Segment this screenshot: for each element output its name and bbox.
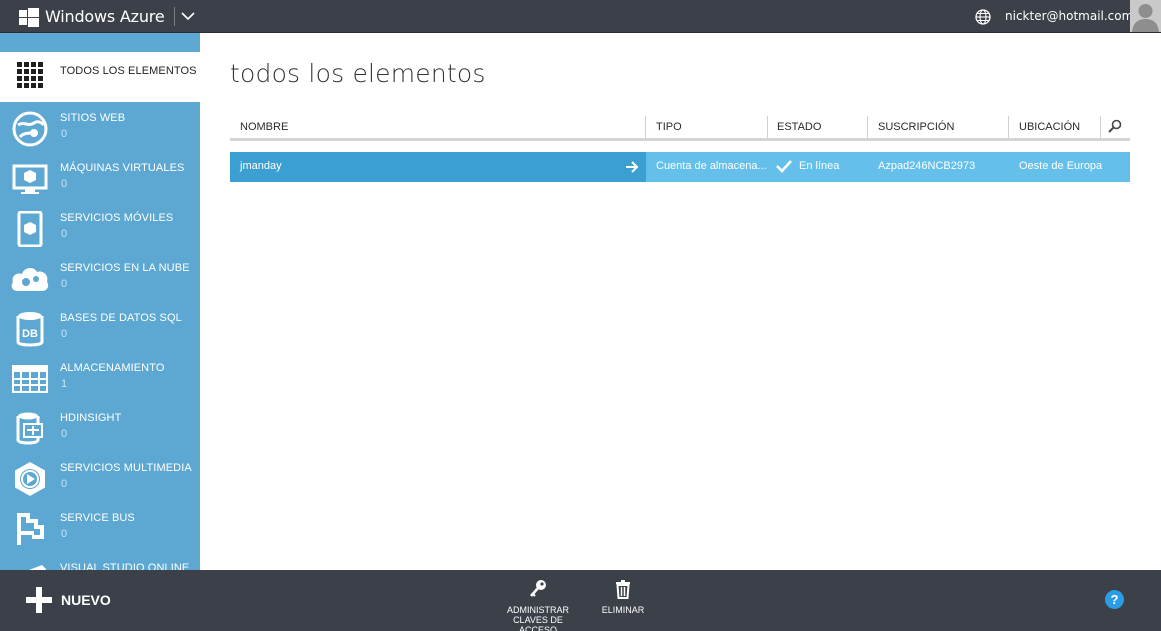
svg-text:DB: DB [22,328,38,340]
sidebar-item-label: VISUAL STUDIO ONLINE [60,562,190,570]
new-button[interactable]: NUEVO [26,587,111,613]
manage-access-keys-button[interactable]: ADMINISTRAR CLAVES DE ACCESO [506,579,570,631]
chevron-down-icon[interactable] [180,8,196,24]
checkmark-icon [776,160,792,173]
sidebar-item-label: SITIOS WEB [60,112,126,124]
sidebar-item-count: 0 [61,178,68,190]
app-title: Windows Azure [45,7,165,26]
sidebar-item-label: MÁQUINAS VIRTUALES [60,162,185,174]
sidebar-item-count: 0 [61,278,68,290]
sidebar-item-label: SERVICIOS EN LA NUBE [60,262,190,274]
windows-logo-icon [19,7,39,27]
sidebar-item-count: 1 [61,378,68,390]
sidebar-item-count: 0 [61,528,68,540]
sidebar-item-label: BASES DE DATOS SQL [60,312,182,324]
column-header-suscripcion[interactable]: SUSCRIPCIÓN [878,121,954,133]
user-silhouette-icon [1132,4,1159,32]
column-divider [867,116,868,138]
new-button-label: NUEVO [61,592,111,608]
avatar[interactable] [1130,0,1161,32]
column-divider [645,116,646,138]
title-divider [174,7,175,26]
sidebar-item-hdinsight[interactable]: HDINSIGHT 0 [0,402,200,452]
table-header: NOMBRE TIPO ESTADO SUSCRIPCIÓN UBICACIÓN [230,113,1130,141]
trash-icon [616,580,630,599]
column-header-ubicacion[interactable]: UBICACIÓN [1019,121,1080,133]
arrow-right-icon[interactable] [625,160,639,174]
delete-button[interactable]: ELIMINAR [600,579,646,615]
sidebar-item-count: 0 [61,428,68,440]
column-header-tipo[interactable]: TIPO [656,121,682,133]
hdinsight-icon [16,412,43,445]
table-row[interactable]: jmanday Cuenta de almacena... En línea A… [230,152,1130,182]
manage-access-keys-label: ADMINISTRAR CLAVES DE ACCESO [506,605,569,631]
visual-studio-icon [29,565,46,570]
sidebar-item-label: SERVICE BUS [60,512,135,524]
globe-icon[interactable] [975,9,991,25]
sidebar-item-sitios-web[interactable]: SITIOS WEB 0 [0,102,200,152]
sql-database-icon: DB [16,312,44,347]
sidebar-item-maquinas-virtuales[interactable]: MÁQUINAS VIRTUALES 0 [0,152,200,202]
sidebar-item-count: 0 [61,128,68,140]
sidebar-item-todos-los-elementos[interactable]: TODOS LOS ELEMENTOS [0,52,200,102]
row-nombre[interactable]: jmanday [240,160,282,172]
sidebar: TODOS LOS ELEMENTOS SITIOS WEB 0 MÁQUINA… [0,33,200,570]
plus-icon [26,587,52,613]
column-divider [767,116,768,138]
sidebar-item-label: HDINSIGHT [60,412,122,424]
media-services-icon [15,462,45,496]
grid-icon [17,62,43,88]
column-header-nombre[interactable]: NOMBRE [240,121,288,133]
command-bar: NUEVO ADMINISTRAR CLAVES DE ACCESO ELIMI… [0,570,1161,631]
sidebar-item-label: ALMACENAMIENTO [60,362,165,374]
sidebar-item-visual-studio-online[interactable]: VISUAL STUDIO ONLINE [0,552,200,570]
top-bar: Windows Azure nickter@hotmail.com [0,0,1161,33]
sidebar-item-servicios-multimedia[interactable]: SERVICIOS MULTIMEDIA 0 [0,452,200,502]
search-icon[interactable] [1108,119,1122,133]
sidebar-item-count: 0 [61,228,68,240]
app-logo[interactable]: Windows Azure [19,7,165,27]
mobile-services-icon [17,211,43,247]
main-content: todos los elementos NOMBRE TIPO ESTADO S… [200,33,1161,570]
column-header-estado[interactable]: ESTADO [777,121,821,133]
help-button[interactable]: ? [1105,590,1124,609]
websites-icon [12,111,48,147]
sidebar-item-service-bus[interactable]: SERVICE BUS 0 [0,502,200,552]
sidebar-item-count: 0 [61,328,68,340]
sidebar-item-bases-de-datos-sql[interactable]: DB BASES DE DATOS SQL 0 [0,302,200,352]
service-bus-icon [17,513,44,545]
column-divider [1100,116,1101,138]
sidebar-item-label: TODOS LOS ELEMENTOS [60,65,197,77]
column-divider [1008,116,1009,138]
sidebar-item-servicios-en-la-nube[interactable]: SERVICIOS EN LA NUBE 0 [0,252,200,302]
sidebar-item-label: SERVICIOS MÓVILES [60,212,174,224]
sidebar-item-almacenamiento[interactable]: ALMACENAMIENTO 1 [0,352,200,402]
row-ubicacion: Oeste de Europa [1019,160,1103,172]
sidebar-item-count: 0 [61,478,68,490]
page-title: todos los elementos [230,59,486,88]
virtual-machine-icon [12,164,48,194]
key-icon [530,580,546,597]
row-estado: En línea [799,160,840,172]
delete-label: ELIMINAR [601,605,645,615]
row-name-cell[interactable]: jmanday [230,152,646,182]
cloud-services-icon [11,268,49,291]
storage-icon [12,365,48,393]
row-suscripcion: Azpad246NCB2973 [878,160,976,172]
sidebar-item-label: SERVICIOS MULTIMEDIA [60,462,192,474]
sidebar-item-servicios-moviles[interactable]: SERVICIOS MÓVILES 0 [0,202,200,252]
row-tipo: Cuenta de almacena... [656,160,767,172]
user-email[interactable]: nickter@hotmail.com [1005,9,1133,23]
